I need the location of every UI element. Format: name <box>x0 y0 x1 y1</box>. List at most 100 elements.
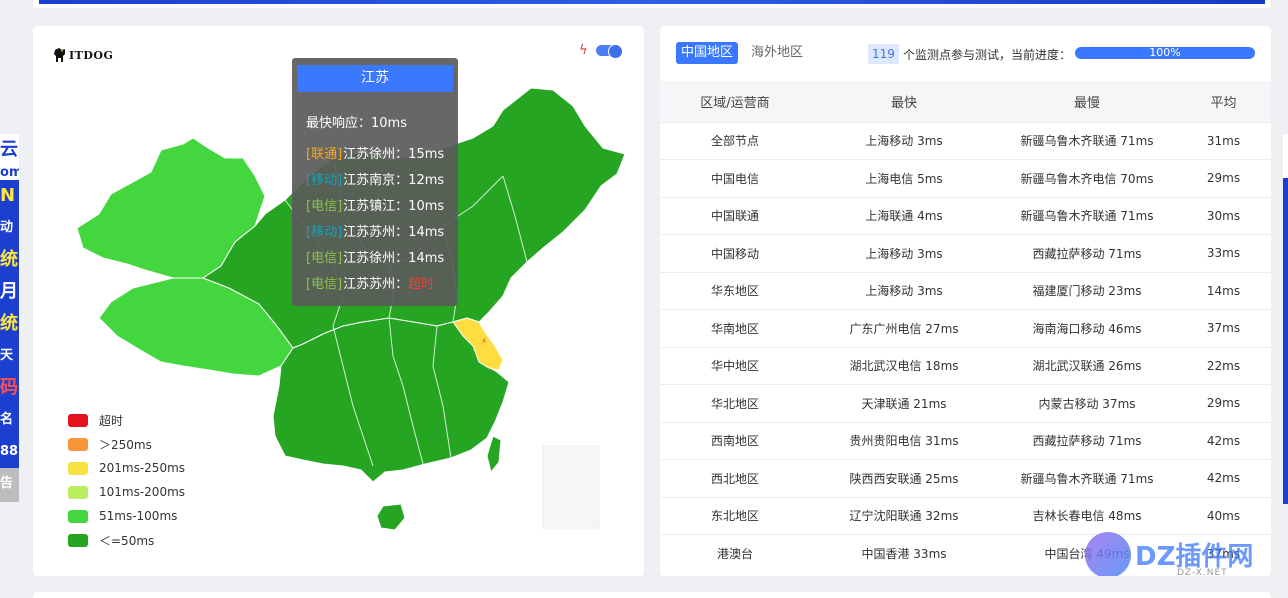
watermark: DZ插件网 DZ-X.NET <box>1085 530 1271 576</box>
right-side-ad[interactable] <box>1283 134 1288 504</box>
cell-slowest: 西藏拉萨移动 71ms <box>1032 246 1142 261</box>
side-ad-text: 统 <box>0 244 19 276</box>
tooltip-row-latency: 14ms <box>408 225 445 240</box>
map-region-hainan[interactable] <box>376 503 406 531</box>
tooltip-row-latency: 15ms <box>408 147 445 162</box>
col-header-average[interactable]: 平均 <box>1176 81 1271 122</box>
tooltip-row-city: 江苏苏州： <box>343 277 409 292</box>
tooltip-row-latency: 12ms <box>408 173 445 188</box>
cell-average: 37ms <box>1206 321 1241 336</box>
table-row: 西南地区 贵州贵阳电信 31ms 西藏拉萨移动 71ms 42ms <box>660 422 1271 460</box>
cell-slowest: 新疆乌鲁木齐联通 71ms <box>1020 134 1154 149</box>
col-header-region[interactable]: 区域/运营商 <box>660 81 810 122</box>
cell-region: 中国电信 <box>710 171 759 186</box>
legend-swatch <box>68 485 88 499</box>
tab-china[interactable]: 中国地区 <box>676 42 739 64</box>
cell-region: 中国联通 <box>710 209 759 224</box>
table-row: 华中地区 湖北武汉电信 18ms 湖北武汉联通 26ms 22ms <box>660 347 1271 385</box>
cell-fastest: 贵州贵阳电信 31ms <box>849 434 959 449</box>
side-ad-text: 天 <box>0 340 19 372</box>
tooltip-fastest-value: 10ms <box>371 116 407 131</box>
itdog-logo: ITDOG <box>53 46 113 64</box>
cell-slowest: 新疆乌鲁木齐联通 71ms <box>1020 209 1154 224</box>
cell-average: 42ms <box>1206 433 1241 448</box>
cell-region: 华南地区 <box>710 321 759 336</box>
south-china-sea-inset <box>542 445 600 529</box>
legend-swatch <box>68 413 88 427</box>
legend-item[interactable]: ＜=50ms <box>68 528 185 552</box>
legend-label: ＞250ms <box>99 437 152 452</box>
cell-fastest: 陕西西安联通 25ms <box>849 471 959 486</box>
jiangsu-bolt-icon: ⚡ <box>481 337 487 347</box>
legend-label: 101ms-200ms <box>99 485 186 499</box>
table-row: 中国电信 上海电信 5ms 新疆乌鲁木齐电信 70ms 29ms <box>660 159 1271 198</box>
legend-swatch <box>68 461 88 475</box>
legend-item[interactable]: 超时 <box>68 408 185 432</box>
cell-slowest: 新疆乌鲁木齐电信 70ms <box>1020 171 1154 186</box>
side-ad-text: om <box>0 166 19 180</box>
results-table-body: 全部节点 上海移动 3ms 新疆乌鲁木齐联通 71ms 31ms 中国电信 上海电信 5m… <box>660 122 1271 572</box>
results-table: 区域/运营商 最快 最慢 平均 全部节点 上海移动 3ms 新疆乌鲁木齐联通 71m… <box>660 81 1271 572</box>
legend-item[interactable]: 101ms-200ms <box>68 480 185 504</box>
tooltip-fastest-label: 最快响应： <box>306 116 372 131</box>
bolt-icon: ϟ <box>579 43 588 58</box>
map-legend: 超时 ＞250ms 201ms-250ms 101ms-200ms 51ms-100ms… <box>68 408 185 552</box>
legend-item[interactable]: 51ms-100ms <box>68 504 185 528</box>
table-row: 华东地区 上海移动 3ms 福建厦门移动 23ms 14ms <box>660 272 1271 310</box>
cell-fastest: 中国香港 33ms <box>861 547 947 561</box>
side-ad-text: 动 <box>0 212 19 244</box>
cell-average: 30ms <box>1206 208 1241 223</box>
table-header-row: 区域/运营商 最快 最慢 平均 <box>660 81 1271 122</box>
results-card: 中国地区 海外地区 119 个监测点参与测试，当前进度： 100% 区域/运营商… <box>660 26 1271 576</box>
cell-region: 华北地区 <box>710 396 759 411</box>
cell-slowest: 内蒙古移动 37ms <box>1038 396 1136 411</box>
cell-slowest: 海南海口移动 46ms <box>1032 321 1142 336</box>
tooltip-row: [移动]江苏苏州：14ms <box>306 221 444 240</box>
tooltip-row-isp: [电信] <box>306 199 343 214</box>
cell-fastest: 上海移动 3ms <box>865 246 943 261</box>
table-row: 西北地区 陕西西安联通 25ms 新疆乌鲁木齐联通 71ms 42ms <box>660 459 1271 498</box>
legend-swatch <box>68 437 88 451</box>
monitor-progress-text: 个监测点参与测试，当前进度： <box>903 48 1072 62</box>
map-region-taiwan[interactable] <box>486 435 502 474</box>
logo-text: ITDOG <box>69 48 114 62</box>
cell-region: 华东地区 <box>710 284 759 299</box>
tooltip-row-latency: 10ms <box>408 199 445 214</box>
cell-fastest: 上海移动 3ms <box>865 134 943 149</box>
cell-fastest: 天津联通 21ms <box>861 396 947 411</box>
map-mode-toggle[interactable] <box>595 44 623 59</box>
legend-label: 51ms-100ms <box>99 509 178 523</box>
cell-fastest: 上海移动 3ms <box>865 284 943 299</box>
tooltip-row: [联通]江苏徐州：15ms <box>306 143 444 162</box>
col-header-slowest[interactable]: 最慢 <box>998 81 1176 122</box>
cell-slowest: 新疆乌鲁木齐联通 71ms <box>1020 471 1154 486</box>
cell-average: 29ms <box>1206 396 1241 411</box>
cell-average: 14ms <box>1206 283 1241 298</box>
side-ad-text: N <box>0 180 19 212</box>
cell-average: 33ms <box>1206 246 1241 261</box>
legend-item[interactable]: 201ms-250ms <box>68 456 185 480</box>
cell-fastest: 辽宁沈阳联通 32ms <box>849 509 959 524</box>
cell-fastest: 上海电信 5ms <box>865 171 943 186</box>
tooltip-row-city: 江苏镇江： <box>343 199 409 214</box>
side-ad-text: 云 <box>0 134 19 166</box>
tooltip-row-city: 江苏南京： <box>343 173 409 188</box>
top-banner-bar <box>39 0 1265 4</box>
left-side-ad[interactable]: 云 om N 动 统 月 统 天 码 名 888 告 <box>0 134 19 534</box>
tab-overseas[interactable]: 海外地区 <box>746 42 808 64</box>
tooltip-province: 江苏 <box>297 65 453 92</box>
watermark-subtext: DZ-X.NET <box>1177 568 1228 576</box>
legend-swatch <box>68 533 88 547</box>
tooltip-row: [电信]江苏镇江：10ms <box>306 195 444 214</box>
map-toggle-group: ϟ <box>579 43 623 59</box>
cell-average: 40ms <box>1206 508 1241 523</box>
side-ad-text: 名 <box>0 404 19 436</box>
tooltip-fastest: 最快响应：10ms <box>306 112 407 131</box>
tooltip-row: [移动]江苏南京：12ms <box>306 169 444 188</box>
legend-item[interactable]: ＞250ms <box>68 432 185 456</box>
col-header-fastest[interactable]: 最快 <box>810 81 998 122</box>
cell-region: 中国移动 <box>710 246 759 261</box>
province-tooltip: 江苏 最快响应：10ms [联通]江苏徐州：15ms [移动]江苏南京：12ms[… <box>292 58 458 306</box>
legend-label: 超时 <box>99 413 124 428</box>
side-ad-text: 888 <box>0 436 19 468</box>
